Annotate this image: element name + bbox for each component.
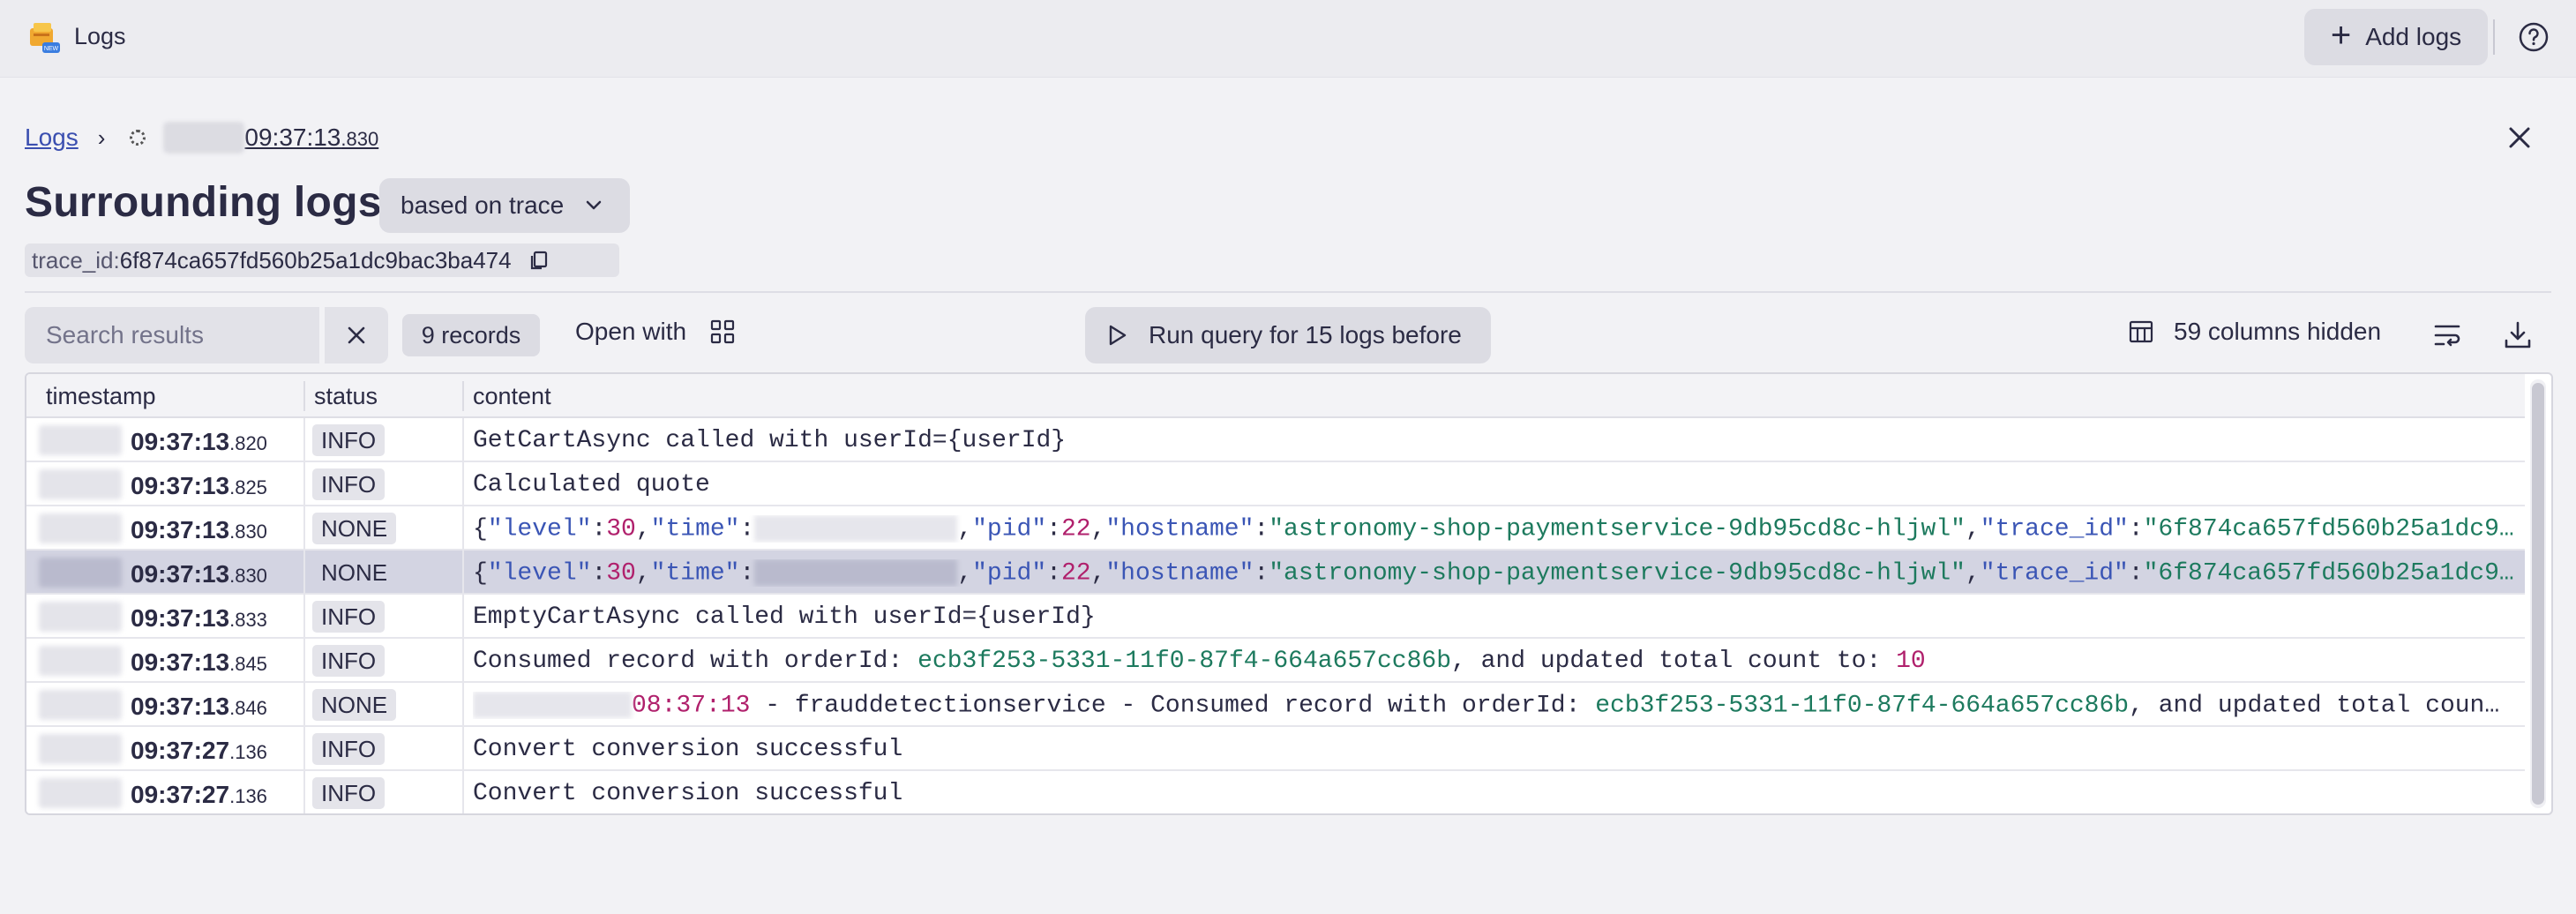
table-row[interactable]: 09:37:27.136 INFO Convert conversion suc…: [26, 727, 2525, 771]
timestamp-cell: 09:37:13.830: [131, 516, 267, 543]
redacted-date: [39, 513, 122, 543]
add-logs-label: Add logs: [2365, 23, 2462, 50]
content-cell: 08:37:13 - frauddetectionservice - Consu…: [473, 692, 2518, 719]
status-badge: NONE: [312, 689, 397, 721]
timestamp-cell: 09:37:13.830: [131, 560, 267, 588]
status-badge: INFO: [312, 601, 386, 633]
redacted-date: [39, 558, 122, 588]
svg-text:NEW: NEW: [44, 46, 59, 52]
content-cell: {"level":30,"time": ,"pid":22,"hostname":…: [473, 559, 2514, 588]
status-badge: NONE: [312, 513, 397, 544]
status-badge: INFO: [312, 733, 386, 765]
column-header-content[interactable]: content: [473, 383, 551, 410]
section-divider: [25, 291, 2551, 293]
content-cell: Consumed record with orderId: ecb3f253-5…: [473, 648, 1926, 675]
close-icon: [348, 326, 365, 344]
run-query-label: Run query for 15 logs before: [1149, 321, 1462, 348]
status-badge: NONE: [321, 558, 388, 586]
status-badge: INFO: [312, 424, 386, 456]
timestamp-cell: 09:37:13.833: [131, 604, 267, 632]
play-icon: [1109, 325, 1127, 346]
timestamp-cell: 09:37:13.845: [131, 648, 267, 676]
table-row[interactable]: 09:37:13.830 NONE {"level":30,"time": ,"p…: [26, 506, 2525, 551]
open-with-button[interactable]: Open with: [575, 318, 736, 346]
redacted-time-value: [754, 515, 958, 542]
status-badge: INFO: [312, 468, 386, 500]
plus-icon: +: [2330, 16, 2352, 55]
redacted-date: [39, 690, 122, 720]
table-header: timestamp status content: [26, 374, 2525, 418]
toolbar-divider: [2493, 19, 2495, 55]
logs-table: timestamp status content 09:37:13.820 IN…: [25, 372, 2553, 815]
apps-grid-icon: [710, 319, 735, 344]
trace-id-key: trace_id:: [32, 246, 120, 273]
table-columns-icon: [2129, 320, 2153, 343]
close-icon[interactable]: [2504, 122, 2535, 154]
breadcrumb-current-record[interactable]: 09:37:13.830: [244, 124, 378, 152]
redacted-date: [39, 734, 122, 764]
clear-search-button[interactable]: [325, 307, 388, 363]
table-row[interactable]: 09:37:13.845 INFO Consumed record with o…: [26, 639, 2525, 683]
content-cell: EmptyCartAsync called with userId={userI…: [473, 603, 1096, 631]
trace-id-chip: trace_id: 6f874ca657fd560b25a1dc9bac3ba4…: [25, 243, 619, 277]
timestamp-cell: 09:37:13.825: [131, 472, 267, 499]
chevron-right-icon: ›: [97, 124, 106, 151]
timestamp-cell: 09:37:27.136: [131, 737, 267, 764]
content-cell: {"level":30,"time": ,"pid":22,"hostname":…: [473, 515, 2514, 543]
logs-app-icon: NEW: [30, 23, 60, 53]
timestamp-cell: 09:37:13.846: [131, 693, 267, 720]
page-title: Surrounding logs: [25, 179, 382, 226]
content-cell: Convert conversion successful: [473, 780, 903, 807]
breadcrumb-logs-link[interactable]: Logs: [25, 124, 79, 152]
redacted-date: [39, 425, 122, 455]
loading-spinner-icon: [130, 130, 146, 146]
app-title: Logs: [74, 23, 126, 49]
redacted-date: [39, 602, 122, 632]
status-badge: INFO: [312, 645, 386, 677]
redacted-date: [39, 778, 122, 808]
column-header-timestamp[interactable]: timestamp: [46, 383, 156, 410]
table-row[interactable]: 09:37:13.846 NONE 08:37:13 - frauddetect…: [26, 683, 2525, 727]
status-badge: INFO: [312, 777, 386, 809]
based-on-label: based on trace: [401, 191, 565, 219]
top-bar: NEW Logs + Add logs: [0, 0, 2576, 78]
redacted-date: [163, 122, 245, 154]
add-logs-button[interactable]: + Add logs: [2304, 9, 2488, 65]
search-placeholder: Search results: [46, 321, 204, 348]
copy-icon[interactable]: [528, 249, 550, 272]
records-count-badge: 9 records: [402, 314, 540, 356]
breadcrumb: Logs › 09:37:13.830: [25, 120, 378, 155]
column-resize-handle[interactable]: [462, 381, 464, 411]
timestamp-cell: 09:37:27.136: [131, 781, 267, 808]
table-row[interactable]: 09:37:13.833 INFO EmptyCartAsync called …: [26, 595, 2525, 639]
table-row[interactable]: 09:37:13.825 INFO Calculated quote: [26, 462, 2525, 506]
run-query-button[interactable]: Run query for 15 logs before: [1085, 307, 1491, 363]
trace-id-value: 6f874ca657fd560b25a1dc9bac3ba474: [119, 246, 512, 273]
redacted-date: [473, 692, 632, 718]
based-on-dropdown[interactable]: based on trace: [379, 178, 630, 233]
column-resize-handle[interactable]: [303, 381, 305, 411]
redacted-date: [39, 469, 122, 499]
columns-hidden-button[interactable]: 59 columns hidden: [2128, 318, 2381, 346]
content-cell: Convert conversion successful: [473, 736, 903, 763]
table-row-selected[interactable]: 09:37:13.830 NONE {"level":30,"time": ,"p…: [26, 551, 2525, 595]
column-header-status[interactable]: status: [314, 383, 378, 410]
timestamp-cell: 09:37:13.820: [131, 428, 267, 455]
table-row[interactable]: 09:37:27.136 INFO Convert conversion suc…: [26, 771, 2525, 813]
download-icon[interactable]: [2502, 319, 2534, 351]
table-row[interactable]: 09:37:13.820 INFO GetCartAsync called wi…: [26, 418, 2525, 462]
help-icon[interactable]: [2518, 21, 2550, 53]
content-cell: GetCartAsync called with userId={userId}: [473, 427, 1067, 454]
redacted-time-value: [754, 559, 958, 586]
chevron-down-icon: [587, 200, 602, 210]
redacted-date: [39, 646, 122, 676]
columns-hidden-label: 59 columns hidden: [2174, 318, 2382, 345]
line-wrap-icon[interactable]: [2431, 319, 2463, 351]
scrollbar-thumb[interactable]: [2532, 383, 2544, 805]
search-input[interactable]: Search results: [25, 307, 319, 363]
open-with-label: Open with: [575, 318, 687, 345]
content-cell: Calculated quote: [473, 471, 710, 498]
